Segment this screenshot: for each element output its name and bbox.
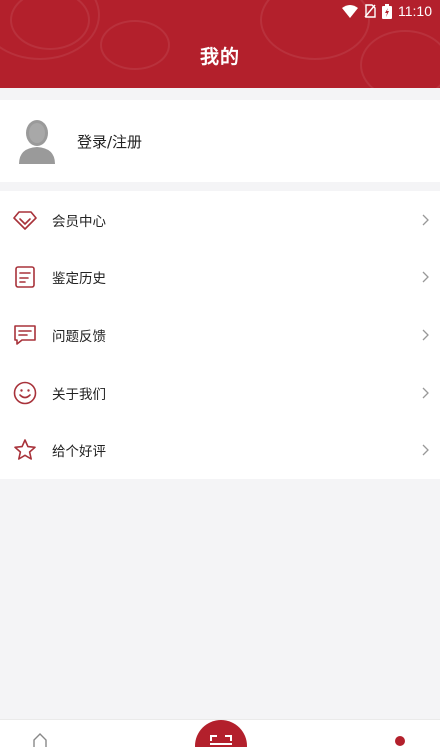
- diamond-icon: [12, 207, 38, 233]
- bottom-nav: [0, 719, 440, 747]
- wifi-icon: [342, 4, 358, 18]
- home-icon[interactable]: [32, 732, 48, 747]
- menu-item-label: 问题反馈: [52, 328, 106, 345]
- header-banner: 11:10 我的: [0, 0, 440, 88]
- chevron-right-icon: [422, 444, 429, 456]
- menu-item-feedback[interactable]: 问题反馈: [0, 306, 440, 364]
- scan-icon: [210, 735, 232, 747]
- menu-item-rate[interactable]: 给个好评: [0, 421, 440, 479]
- login-register-link[interactable]: 登录/注册: [77, 131, 142, 152]
- battery-charging-icon: [382, 3, 392, 19]
- menu-item-label: 鉴定历史: [52, 271, 106, 288]
- smiley-icon: [12, 380, 38, 406]
- menu-item-label: 给个好评: [52, 444, 106, 461]
- document-icon: [12, 264, 38, 290]
- menu-item-label: 会员中心: [52, 213, 106, 230]
- menu-item-history[interactable]: 鉴定历史: [0, 249, 440, 307]
- avatar[interactable]: [19, 118, 55, 164]
- status-bar: 11:10: [342, 2, 432, 20]
- chevron-right-icon: [422, 329, 429, 341]
- star-icon: [12, 437, 38, 463]
- login-row[interactable]: 登录/注册: [0, 100, 440, 182]
- chevron-right-icon: [422, 387, 429, 399]
- page-title: 我的: [199, 46, 240, 68]
- no-sim-icon: [364, 4, 376, 18]
- scan-button[interactable]: [195, 720, 247, 747]
- settings-menu: 会员中心 鉴定历史 问题反馈 关于我们 给个好评: [0, 191, 440, 479]
- status-time: 11:10: [398, 3, 432, 19]
- menu-item-label: 关于我们: [52, 386, 106, 403]
- default-avatar-icon: [19, 120, 55, 164]
- chevron-right-icon: [422, 214, 429, 226]
- menu-item-membership[interactable]: 会员中心: [0, 191, 440, 249]
- chat-icon: [12, 322, 38, 348]
- mine-icon[interactable]: [395, 736, 405, 746]
- chevron-right-icon: [422, 271, 429, 283]
- menu-item-about[interactable]: 关于我们: [0, 364, 440, 422]
